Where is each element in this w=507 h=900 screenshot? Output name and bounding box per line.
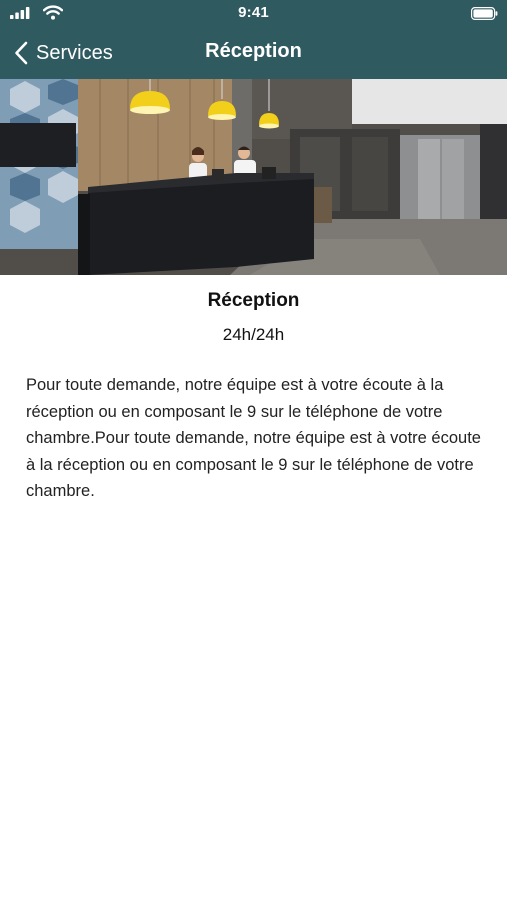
back-chevron-icon (15, 41, 28, 65)
navigation-bar: Services Réception (0, 28, 507, 79)
service-title: Réception (207, 290, 300, 311)
reception-photo (0, 79, 507, 275)
back-button[interactable]: Services (14, 39, 113, 67)
back-label: Services (36, 41, 113, 64)
top-bar: 9:41 Services Réception (0, 0, 507, 79)
service-description: Pour toute demande, notre équipe est à v… (26, 376, 481, 500)
battery-icon (471, 7, 498, 20)
service-hours: 24h/24h (222, 325, 285, 344)
status-bar: 9:41 (0, 0, 507, 28)
status-time: 9:41 (238, 4, 269, 21)
